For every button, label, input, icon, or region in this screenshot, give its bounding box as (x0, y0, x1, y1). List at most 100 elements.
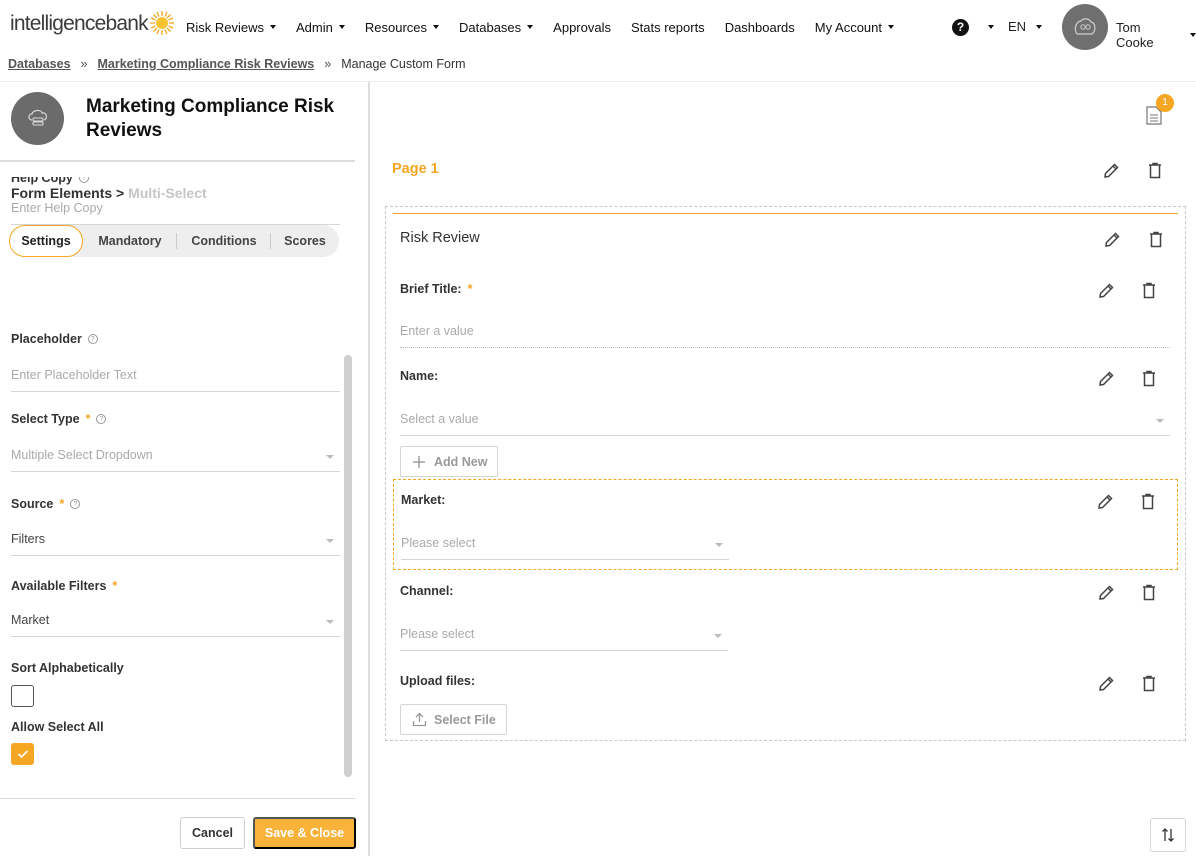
brief-title-label: Brief Title: * (400, 282, 473, 296)
nav-resources[interactable]: Resources (365, 20, 440, 35)
delete-name-button[interactable] (1139, 368, 1159, 388)
caret-down-icon (270, 25, 277, 29)
sort-alphabetically-field: Sort Alphabetically (11, 661, 340, 707)
checkmark-icon (17, 750, 28, 759)
trash-icon (1149, 162, 1161, 178)
reorder-button[interactable] (1150, 818, 1186, 852)
nav-my-account[interactable]: My Account (815, 20, 894, 35)
logo-text: intelligencebank (10, 12, 149, 35)
market-label: Market: (401, 493, 446, 507)
main-menu: Risk Reviews Admin Resources Databases A… (186, 0, 914, 54)
section-title: Risk Review (400, 230, 480, 246)
delete-upload-button[interactable] (1139, 673, 1159, 693)
edit-brief-title-button[interactable] (1096, 280, 1116, 300)
trash-icon (1143, 584, 1155, 600)
section-divider (393, 213, 1178, 214)
name-select[interactable]: Select a value (400, 412, 1170, 436)
breadcrumb-marketing-compliance[interactable]: Marketing Compliance Risk Reviews (98, 57, 315, 71)
breadcrumb-separator: » (80, 57, 88, 71)
market-select[interactable]: Please select (401, 536, 729, 560)
delete-channel-button[interactable] (1139, 582, 1159, 602)
help-circle-icon[interactable]: ? (78, 177, 89, 183)
top-navbar: intelligencebank Risk Reviews Admin Reso… (0, 0, 1196, 54)
brief-title-input[interactable]: Enter a value (400, 324, 1170, 348)
edit-upload-button[interactable] (1096, 673, 1116, 693)
user-avatar[interactable] (1062, 4, 1108, 50)
select-type-field: Select Type *? Multiple Select Dropdown (11, 412, 340, 472)
delete-market-button[interactable] (1138, 491, 1158, 511)
nav-admin[interactable]: Admin (296, 20, 345, 35)
help-circle-icon[interactable]: ? (96, 414, 107, 424)
panel-divider (0, 160, 355, 162)
upload-icon (412, 712, 427, 727)
sort-alphabetically-label: Sort Alphabetically (11, 661, 124, 675)
database-cloud-icon (27, 109, 47, 126)
select-type-dropdown[interactable]: Multiple Select Dropdown (11, 448, 340, 472)
settings-scrollbar[interactable] (344, 355, 352, 777)
select-type-label: Select Type (11, 412, 80, 426)
delete-section-button[interactable] (1146, 229, 1166, 249)
placeholder-input[interactable]: Enter Placeholder Text (11, 368, 340, 392)
pencil-icon (1098, 675, 1114, 691)
nav-databases[interactable]: Databases (459, 20, 534, 35)
edit-page-button[interactable] (1101, 160, 1121, 180)
help-icon[interactable]: ? (952, 19, 969, 36)
allow-select-all-checkbox[interactable] (11, 743, 34, 765)
source-dropdown[interactable]: Filters (11, 532, 340, 556)
project-avatar (11, 92, 64, 145)
nav-dashboards[interactable]: Dashboards (725, 20, 795, 35)
name-label: Name: (400, 369, 439, 383)
user-menu[interactable]: Tom Cooke (1116, 20, 1196, 50)
plus-icon (413, 455, 425, 468)
breadcrumb-databases[interactable]: Databases (8, 57, 71, 71)
edit-name-button[interactable] (1096, 368, 1116, 388)
save-close-button[interactable]: Save & Close (253, 817, 356, 849)
help-copy-input[interactable]: Enter Help Copy (11, 201, 340, 225)
sort-arrows-icon (1162, 828, 1174, 842)
available-filters-label: Available Filters (11, 579, 107, 593)
nav-approvals[interactable]: Approvals (553, 20, 611, 35)
trash-icon (1142, 493, 1154, 509)
allow-select-all-label: Allow Select All (11, 720, 104, 734)
pencil-icon (1098, 370, 1114, 386)
dropdown-arrow-icon (714, 634, 722, 638)
help-circle-icon[interactable]: ? (70, 499, 81, 509)
help-circle-icon[interactable]: ? (87, 334, 98, 344)
breadcrumb-separator: » (324, 57, 332, 71)
dropdown-arrow-icon (326, 620, 334, 624)
edit-channel-button[interactable] (1096, 582, 1116, 602)
avatar-icon (1074, 18, 1096, 35)
channel-label: Channel: (400, 584, 454, 598)
pencil-icon (1104, 231, 1120, 247)
channel-select[interactable]: Please select (400, 627, 728, 651)
language-selector[interactable]: EN (1008, 19, 1043, 34)
nav-risk-reviews[interactable]: Risk Reviews (186, 20, 277, 35)
delete-page-button[interactable] (1145, 160, 1165, 180)
nav-stats-reports[interactable]: Stats reports (631, 20, 705, 35)
available-filters-dropdown[interactable]: Market (11, 613, 340, 637)
allow-select-all-field: Allow Select All (11, 720, 340, 765)
edit-market-button[interactable] (1095, 491, 1115, 511)
trash-icon (1150, 231, 1162, 247)
panel-split-divider (368, 82, 370, 856)
delete-brief-title-button[interactable] (1139, 280, 1159, 300)
placeholder-field: Placeholder? Enter Placeholder Text (11, 332, 340, 392)
pencil-icon (1098, 282, 1114, 298)
breadcrumb: Databases » Marketing Compliance Risk Re… (8, 57, 466, 71)
add-new-button[interactable]: Add New (400, 446, 498, 477)
pencil-icon (1097, 493, 1113, 509)
caret-down-icon (338, 25, 345, 29)
help-caret-down-icon[interactable] (988, 25, 994, 29)
sort-alphabetically-checkbox[interactable] (11, 685, 34, 707)
available-filters-field: Available Filters * Market (11, 579, 340, 637)
edit-section-button[interactable] (1102, 229, 1122, 249)
pencil-icon (1098, 584, 1114, 600)
source-field: Source *? Filters (11, 497, 340, 556)
upload-files-label: Upload files: (400, 674, 476, 688)
trash-icon (1143, 675, 1155, 691)
select-file-button[interactable]: Select File (400, 704, 507, 735)
caret-down-icon (1036, 24, 1043, 29)
brand-logo[interactable]: intelligencebank (10, 11, 175, 36)
sun-logo-icon (149, 11, 174, 35)
cancel-button[interactable]: Cancel (180, 817, 245, 849)
